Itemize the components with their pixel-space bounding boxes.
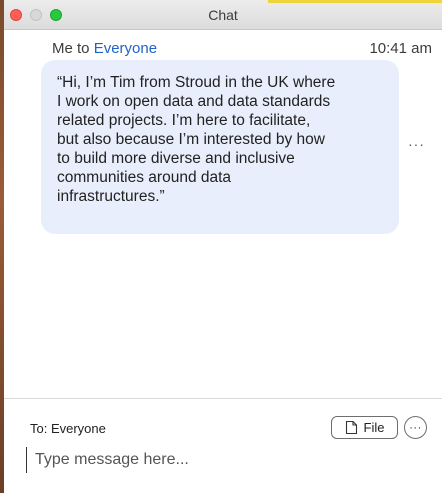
- composer-more-options-button[interactable]: ···: [404, 416, 427, 439]
- chat-window: Chat Me to Everyone 10:41 am “Hi, I’m Ti…: [0, 0, 442, 493]
- message-line: related projects. I’m here to facilitate…: [57, 112, 311, 129]
- message-recipient-link[interactable]: Everyone: [94, 40, 157, 57]
- message-line: to build more diverse and inclusive: [57, 150, 295, 167]
- message-line: I work on open data and data standards: [57, 93, 331, 110]
- window-title: Chat: [208, 7, 238, 23]
- message-composer: To: Everyone File ···: [4, 399, 442, 493]
- message-line: infrastructures.”: [57, 188, 165, 205]
- ellipsis-icon: ···: [409, 421, 422, 434]
- message-line: communities around data: [57, 169, 232, 186]
- message-sender: Me to: [52, 40, 94, 57]
- message-line: but also because I’m interested by how: [57, 131, 325, 148]
- file-button-label: File: [363, 420, 385, 435]
- message-input[interactable]: [26, 447, 426, 473]
- message-list[interactable]: Me to Everyone 10:41 am “Hi, I’m Tim fro…: [4, 30, 442, 398]
- screen-share-highlight: [268, 0, 442, 3]
- message-header: Me to Everyone: [52, 40, 157, 57]
- message-more-options-icon[interactable]: ···: [408, 136, 425, 152]
- recipient-selector[interactable]: To: Everyone: [30, 421, 106, 436]
- document-icon: [345, 420, 358, 435]
- message-line: “Hi, I’m Tim from Stroud in the UK where: [57, 74, 336, 91]
- title-bar[interactable]: Chat: [4, 0, 442, 30]
- message-bubble[interactable]: “Hi, I’m Tim from Stroud in the UK where…: [41, 60, 399, 234]
- file-button[interactable]: File: [331, 416, 398, 439]
- message-timestamp: 10:41 am: [369, 40, 432, 57]
